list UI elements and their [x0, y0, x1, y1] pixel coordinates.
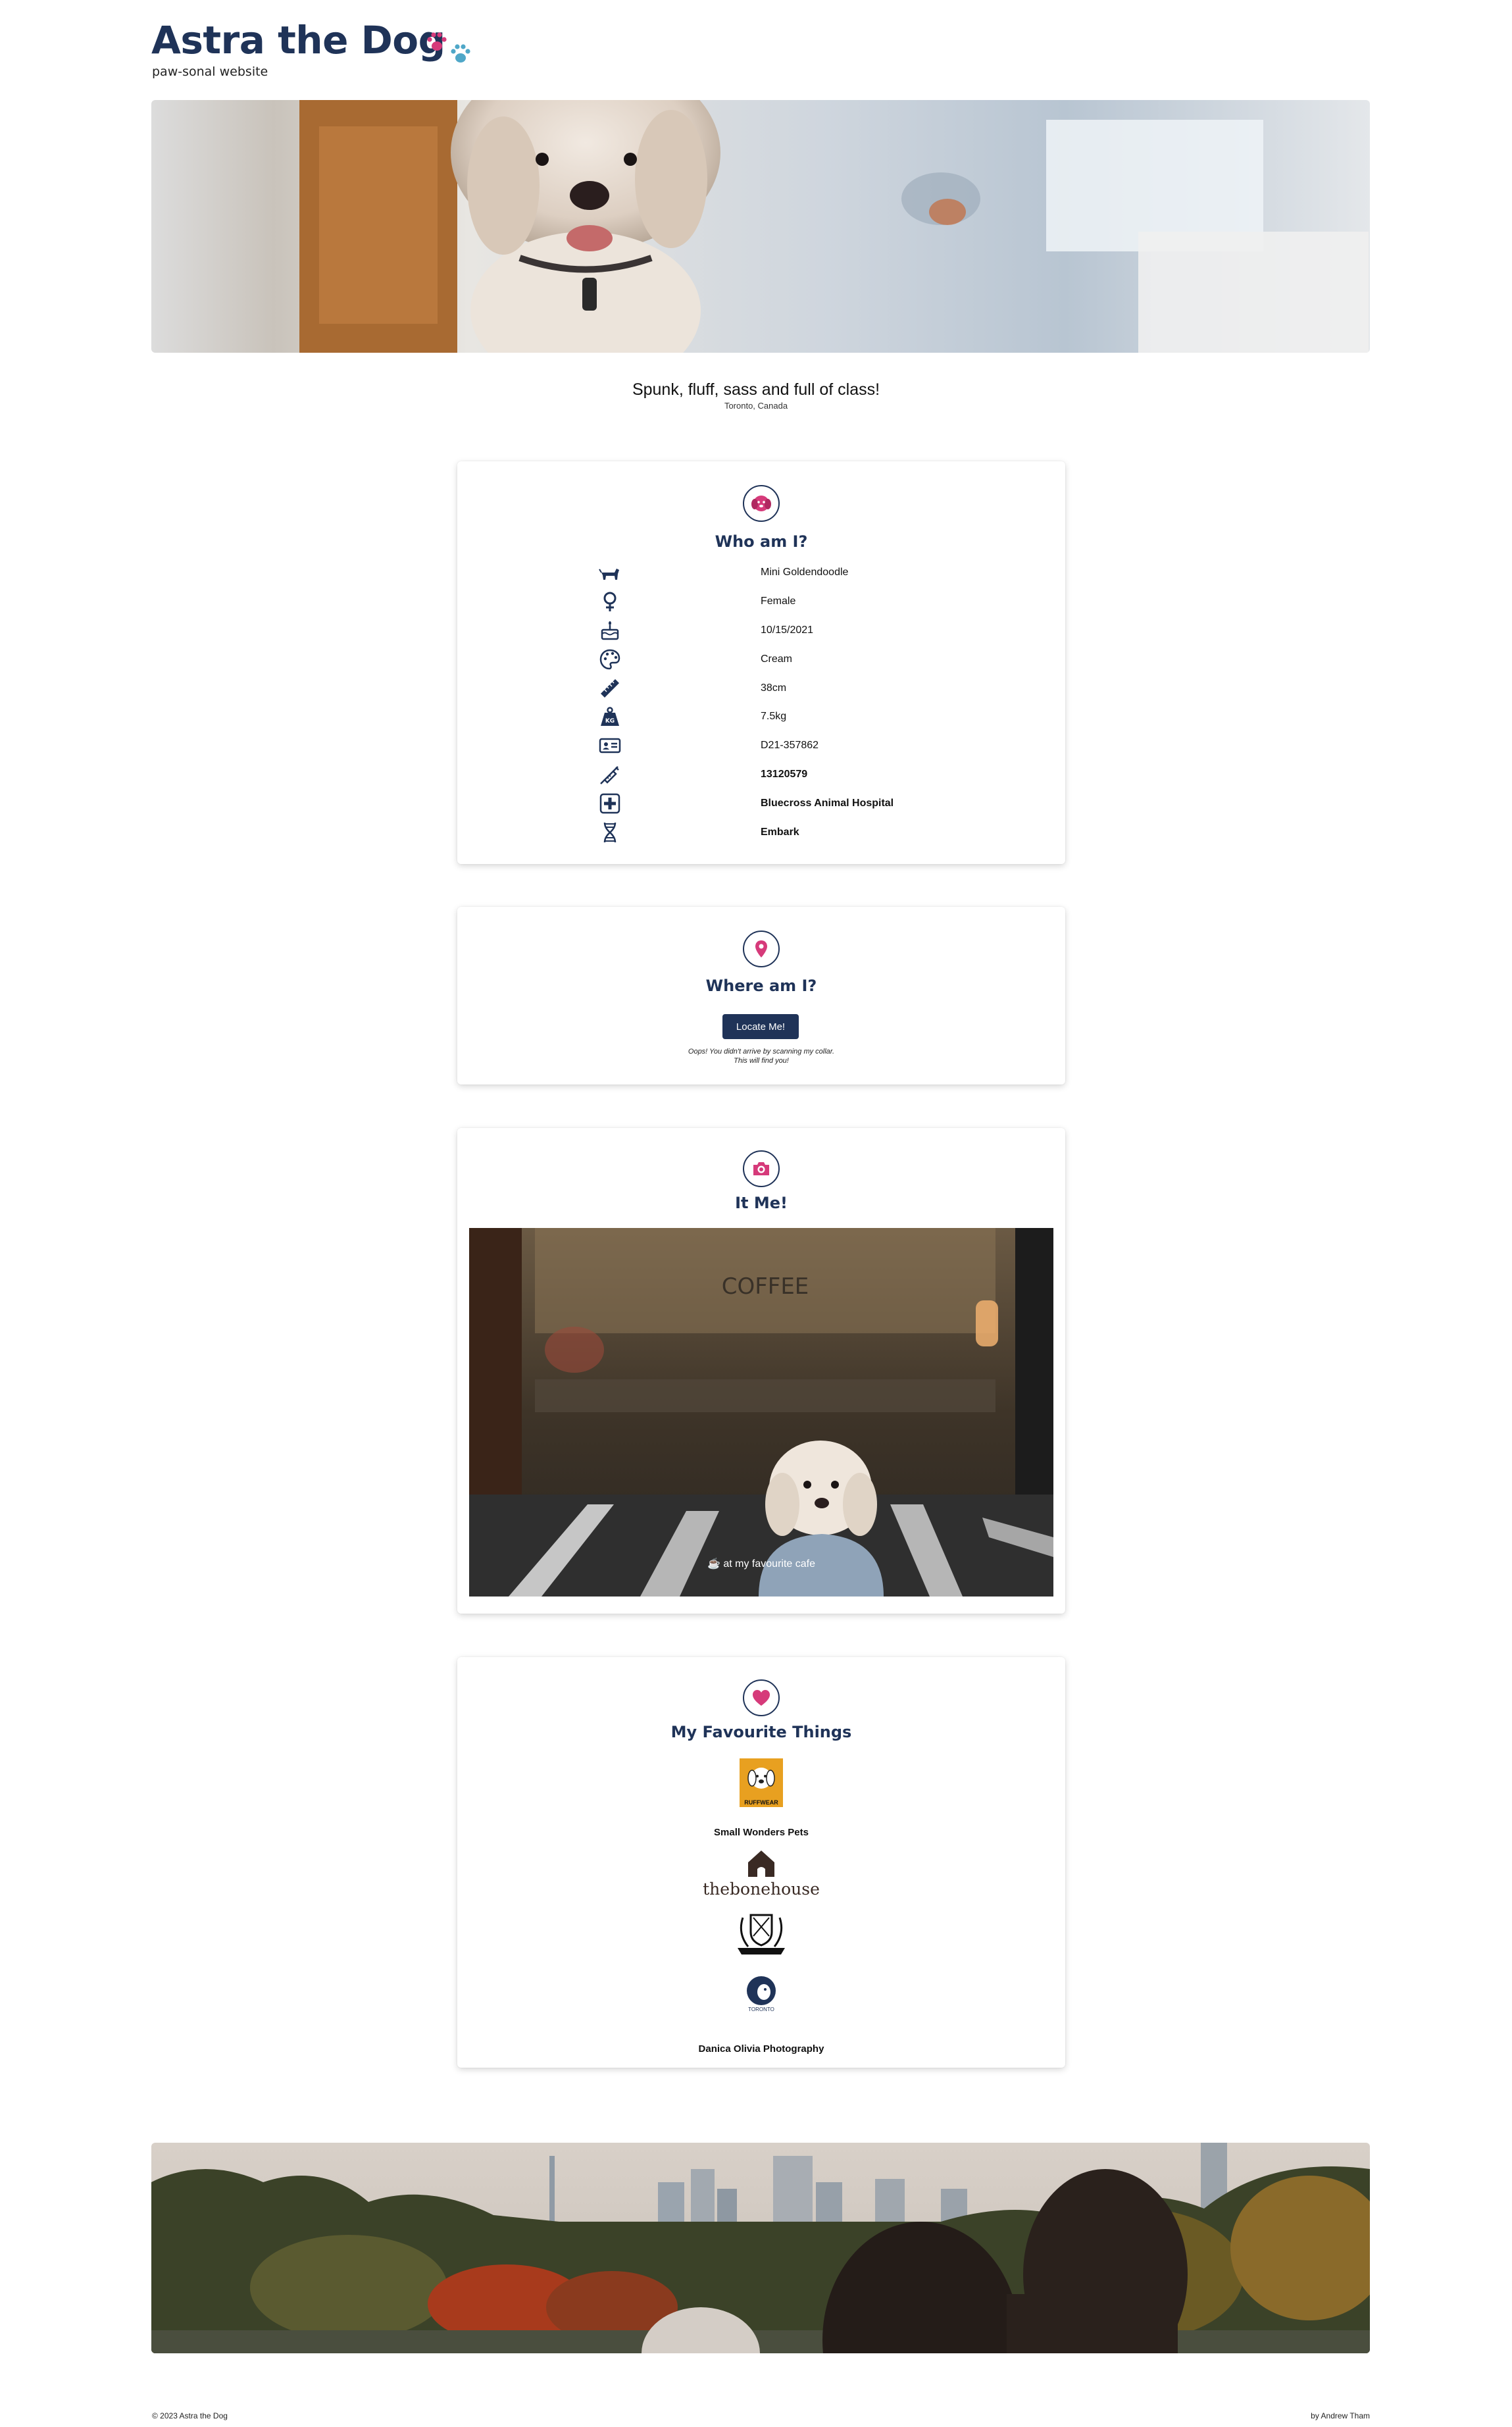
- author-credit[interactable]: by Andrew Tham: [1311, 2411, 1370, 2420]
- hero-dog-photo: [151, 100, 1370, 353]
- dog-icon: [599, 569, 619, 580]
- favourite-name: Danica Olivia Photography: [698, 2043, 824, 2055]
- who-am-i-card: Who am I? Mini Goldendoodle Female 10/15…: [457, 461, 1065, 864]
- sex-value: Female: [761, 596, 796, 607]
- favourites-title: My Favourite Things: [670, 1723, 852, 1741]
- thebonehouse-logo[interactable]: thebonehouse: [695, 1847, 827, 1902]
- where-am-i-title: Where am I?: [705, 977, 817, 995]
- licence-value: D21-357862: [761, 740, 819, 751]
- id-card-icon: [599, 738, 621, 754]
- svg-text:KG: KG: [605, 718, 615, 725]
- camera-icon: [743, 1150, 780, 1187]
- photo-title: It Me!: [735, 1194, 788, 1212]
- dna-test-value: Embark: [761, 827, 799, 838]
- weight-icon: KG: [601, 707, 619, 726]
- birthday-cake-icon: [601, 621, 619, 640]
- vet-value: Bluecross Animal Hospital: [761, 798, 894, 809]
- site-title: Astra the Dog: [151, 18, 445, 63]
- palette-icon: [599, 649, 620, 670]
- birthday-value: 10/15/2021: [761, 625, 814, 636]
- scan-note-line2: This will find you!: [734, 1057, 789, 1065]
- weight-value: 7.5kg: [761, 711, 787, 722]
- ruffwear-logo[interactable]: RUFFWEAR: [740, 1758, 783, 1807]
- dog-face-icon: [743, 485, 780, 522]
- copyright-text: © 2023 Astra the Dog: [152, 2411, 228, 2420]
- location-text: Toronto, Canada: [724, 401, 788, 411]
- motto: Spunk, fluff, sass and full of class!: [632, 380, 880, 399]
- syringe-icon: [600, 766, 619, 784]
- medical-cross-icon: [599, 793, 620, 814]
- female-icon: [603, 592, 617, 611]
- where-am-i-card: Where am I? Locate Me! Oops! You didn't …: [457, 907, 1065, 1085]
- svg-text:COFFEE: COFFEE: [722, 1273, 809, 1300]
- site-tagline: paw-sonal website: [152, 64, 268, 79]
- dna-icon: [603, 822, 617, 843]
- dog-cafe-logo-text: TORONTO: [748, 2006, 774, 2012]
- paw-prints-icon: [427, 32, 470, 63]
- heart-icon: [743, 1679, 780, 1716]
- photo-card: It Me! COFFEE ☕ at my favourite cafe: [457, 1128, 1065, 1614]
- breed-value: Mini Goldendoodle: [761, 567, 849, 578]
- height-value: 38cm: [761, 682, 787, 694]
- colour-value: Cream: [761, 653, 793, 665]
- favourite-name: Small Wonders Pets: [714, 1827, 809, 1838]
- microchip-value: 13120579: [761, 769, 808, 780]
- dog-cafe-logo[interactable]: TORONTO: [742, 1975, 781, 2017]
- toronto-skyline-photo: [151, 2143, 1370, 2353]
- location-pin-icon: [743, 931, 780, 967]
- favourites-card: My Favourite Things RUFFWEAR Small Wonde…: [457, 1657, 1065, 2068]
- locate-me-button[interactable]: Locate Me!: [722, 1014, 799, 1039]
- who-am-i-title: Who am I?: [715, 532, 808, 551]
- thebonehouse-logo-text: thebonehouse: [703, 1879, 820, 1899]
- photo-caption: ☕ at my favourite cafe: [707, 1558, 815, 1570]
- ruffwear-logo-text: RUFFWEAR: [744, 1799, 778, 1806]
- crest-logo[interactable]: [728, 1910, 794, 1960]
- scan-note-line1: Oops! You didn't arrive by scanning my c…: [688, 1048, 835, 1056]
- cafe-dog-photo: COFFEE ☕ at my favourite cafe: [469, 1228, 1053, 1597]
- ruler-icon: [601, 679, 619, 698]
